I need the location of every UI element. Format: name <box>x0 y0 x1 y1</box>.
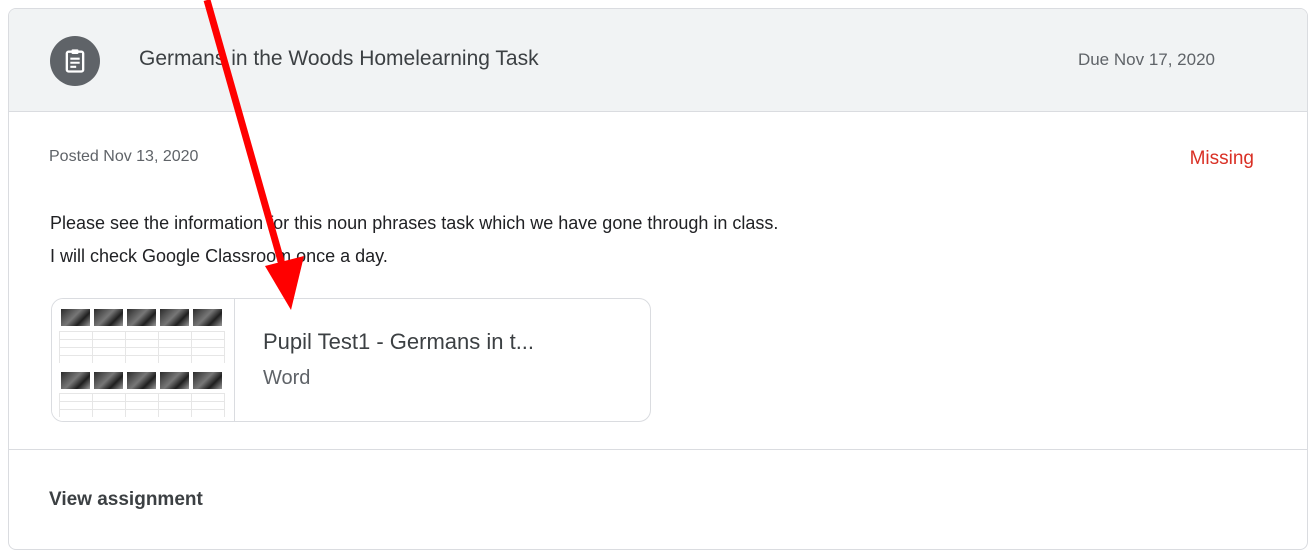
due-date: Due Nov 17, 2020 <box>1077 50 1215 69</box>
attachment-thumbnail <box>52 299 235 421</box>
card-footer: View assignment <box>9 449 1307 549</box>
assignment-header[interactable]: Germans in the Woods Homelearning Task D… <box>9 9 1307 112</box>
assignment-icon <box>50 36 100 86</box>
assignment-title[interactable]: Germans in the Woods Homelearning Task <box>139 47 539 71</box>
posted-date: Posted Nov 13, 2020 <box>49 148 199 165</box>
attachment-title[interactable]: Pupil Test1 - Germans in t... <box>263 329 534 355</box>
assignment-card: Germans in the Woods Homelearning Task D… <box>8 8 1308 550</box>
assignment-description: Please see the information for this noun… <box>50 207 778 273</box>
status-badge: Missing <box>1189 148 1254 169</box>
description-line-2: I will check Google Classroom once a day… <box>50 246 388 266</box>
view-assignment-link[interactable]: View assignment <box>49 489 203 511</box>
attachment-card[interactable]: Pupil Test1 - Germans in t... Word <box>51 298 651 422</box>
description-line-1: Please see the information for this noun… <box>50 213 779 233</box>
attachment-type: Word <box>263 367 311 389</box>
